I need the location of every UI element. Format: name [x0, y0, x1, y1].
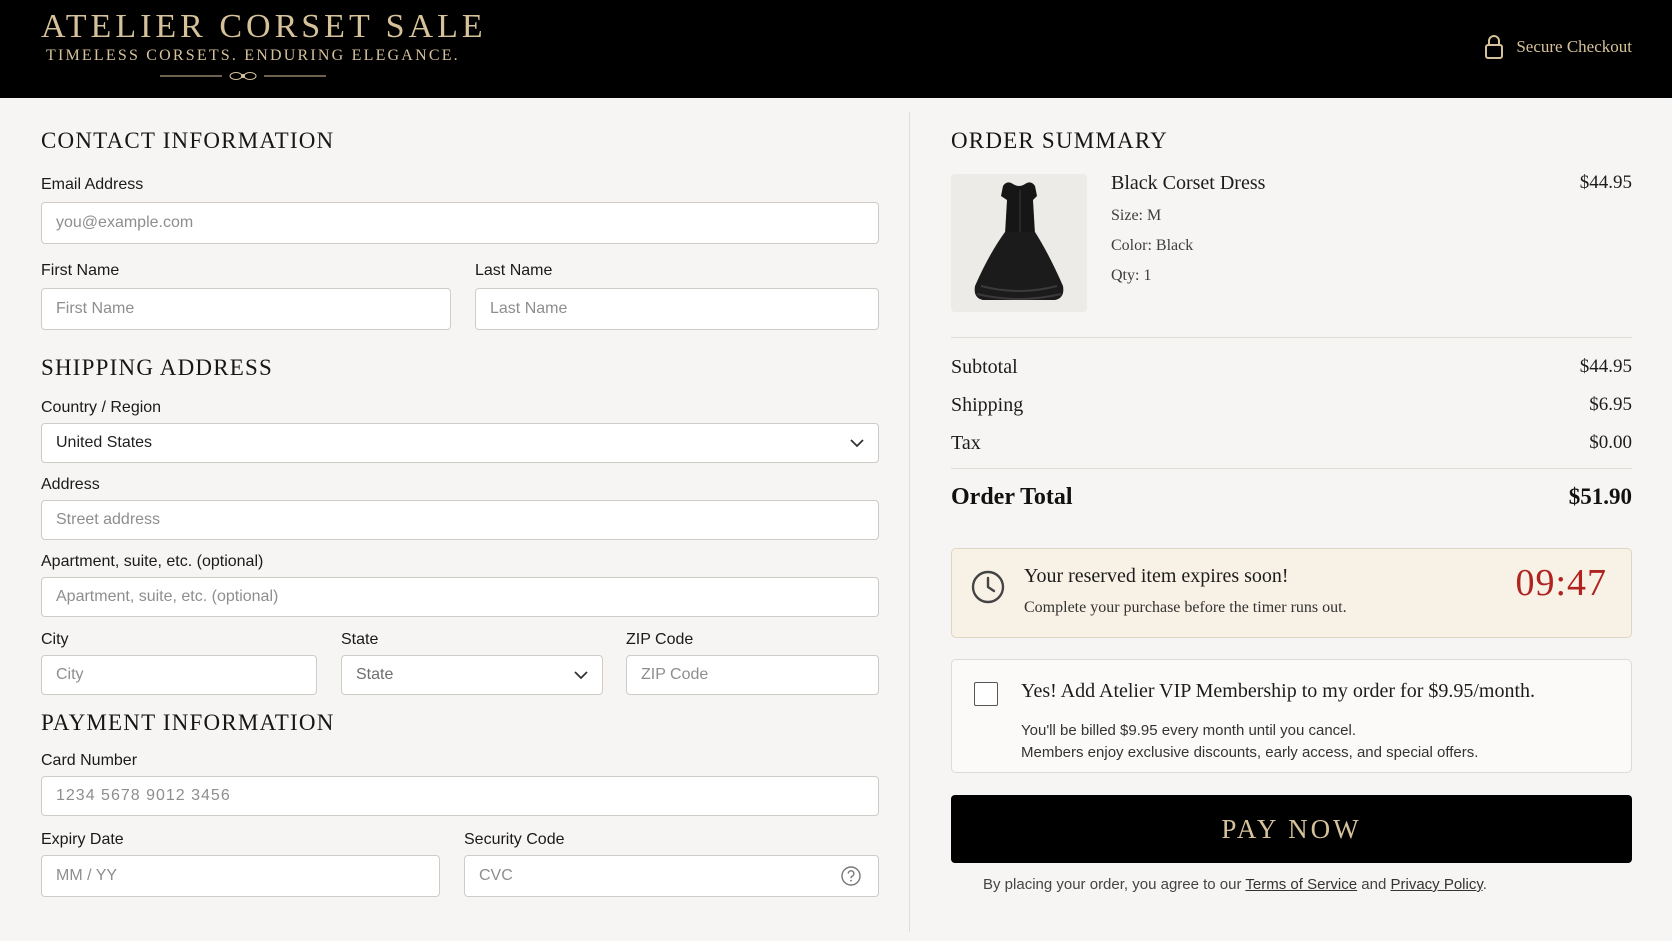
timer-subtitle: Complete your purchase before the timer … [1024, 599, 1347, 616]
expiry-input[interactable] [41, 855, 440, 897]
card-number-input[interactable] [41, 776, 879, 816]
state-label: State [341, 631, 379, 648]
secure-checkout: Secure Checkout [1484, 34, 1632, 60]
product-image [951, 174, 1087, 312]
contact-heading: CONTACT INFORMATION [41, 128, 335, 153]
vip-membership-option[interactable]: Yes! Add Atelier VIP Membership to my or… [951, 659, 1632, 773]
country-select-value: United States [56, 434, 153, 451]
corset-dress-icon [974, 182, 1064, 300]
state-select-value: State [356, 666, 394, 683]
subtotal-label: Subtotal [951, 356, 1018, 378]
product-size: Size: M [1111, 207, 1162, 224]
city-label: City [41, 631, 69, 648]
product-price: $44.95 [1579, 172, 1632, 193]
timer-title: Your reserved item expires soon! [1024, 565, 1289, 587]
pay-now-button[interactable]: PAY NOW [951, 795, 1632, 863]
summary-divider [951, 468, 1632, 469]
security-code-label: Security Code [464, 831, 565, 848]
first-name-label: First Name [41, 262, 120, 279]
site-header: ATELIER CORSET SALE TIMELESS CORSETS. EN… [0, 0, 1672, 98]
chevron-down-icon [850, 439, 864, 448]
address-label: Address [41, 476, 100, 493]
privacy-policy-link[interactable]: Privacy Policy [1390, 876, 1482, 893]
email-input[interactable] [41, 202, 879, 244]
city-input[interactable] [41, 655, 317, 695]
vip-benefits-note: Members enjoy exclusive discounts, early… [1021, 744, 1479, 761]
summary-divider [951, 337, 1632, 338]
reservation-timer-banner: Your reserved item expires soon! Complet… [951, 548, 1632, 638]
tax-label: Tax [951, 432, 981, 454]
order-total-value: $51.90 [1568, 484, 1632, 509]
zip-label: ZIP Code [626, 631, 694, 648]
payment-heading: PAYMENT INFORMATION [41, 710, 335, 735]
lock-icon [1485, 35, 1504, 59]
ornament-divider-icon [160, 72, 326, 80]
product-name: Black Corset Dress [1111, 172, 1266, 194]
terms-of-service-link[interactable]: Terms of Service [1245, 876, 1357, 893]
apartment-label: Apartment, suite, etc. (optional) [41, 553, 264, 570]
column-divider [909, 112, 910, 932]
vip-title: Yes! Add Atelier VIP Membership to my or… [1021, 680, 1536, 702]
countdown-timer: 09:47 [1515, 562, 1607, 604]
first-name-input[interactable] [41, 288, 451, 330]
legal-suffix: . [1482, 876, 1487, 893]
shipping-cost-value: $6.95 [1589, 394, 1632, 415]
brand-title: ATELIER CORSET SALE [41, 8, 487, 45]
subtotal-value: $44.95 [1579, 356, 1632, 377]
tax-value: $0.00 [1589, 432, 1632, 453]
country-select[interactable]: United States [41, 423, 879, 463]
secure-checkout-label: Secure Checkout [1516, 37, 1632, 56]
brand-tagline: TIMELESS CORSETS. ENDURING ELEGANCE. [46, 47, 460, 64]
apartment-input[interactable] [41, 577, 879, 617]
last-name-label: Last Name [475, 262, 553, 279]
chevron-down-icon [574, 671, 588, 680]
order-total-label: Order Total [951, 484, 1073, 510]
state-select[interactable]: State [341, 655, 603, 695]
legal-notice: By placing your order, you agree to our … [983, 876, 1487, 893]
security-code-input[interactable] [464, 855, 879, 897]
email-label: Email Address [41, 176, 144, 193]
expiry-label: Expiry Date [41, 831, 124, 848]
product-quantity: Qty: 1 [1111, 267, 1152, 284]
help-icon[interactable] [840, 865, 862, 887]
clock-icon [971, 570, 1005, 604]
zip-input[interactable] [626, 655, 879, 695]
shipping-heading: SHIPPING ADDRESS [41, 355, 274, 380]
vip-membership-checkbox[interactable] [974, 682, 998, 706]
order-summary-heading: ORDER SUMMARY [951, 128, 1168, 153]
legal-prefix: By placing your order, you agree to our [983, 876, 1242, 893]
vip-billing-note: You'll be billed $9.95 every month until… [1021, 722, 1357, 739]
shipping-cost-label: Shipping [951, 394, 1024, 416]
country-label: Country / Region [41, 399, 162, 416]
legal-and: and [1361, 876, 1387, 893]
card-number-label: Card Number [41, 752, 138, 769]
product-color: Color: Black [1111, 237, 1194, 254]
last-name-input[interactable] [475, 288, 879, 330]
address-input[interactable] [41, 500, 879, 540]
